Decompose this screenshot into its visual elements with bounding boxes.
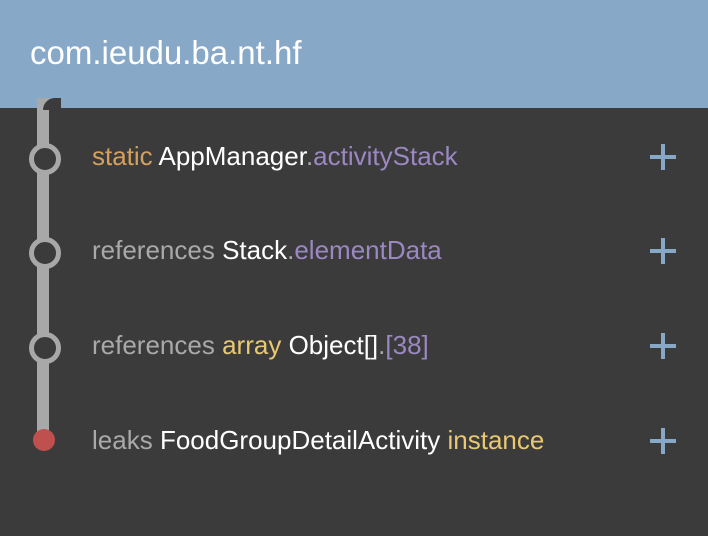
trace-node-0-ring-icon [29, 143, 61, 175]
trace-node-2-ring-icon [29, 332, 61, 364]
class-name: AppManager [158, 141, 306, 171]
keyword-references: references [92, 330, 215, 360]
package-title: com.ieudu.ba.nt.hf [30, 34, 302, 71]
expand-plus-icon-3[interactable] [650, 428, 676, 454]
trace-row-2[interactable]: references array Object[].[38] [92, 330, 429, 361]
header-bar: com.ieudu.ba.nt.hf [0, 0, 708, 108]
kind-instance: instance [447, 425, 545, 455]
field-name: activityStack [313, 141, 458, 171]
trace-row-1[interactable]: references Stack.elementData [92, 235, 442, 266]
kind-array: array [222, 330, 282, 360]
class-name: Stack [222, 235, 288, 265]
trace-row-3[interactable]: leaks FoodGroupDetailActivity instance [92, 425, 544, 456]
field-name: elementData [294, 235, 442, 265]
keyword-static: static [92, 141, 153, 171]
expand-plus-icon-0[interactable] [650, 144, 676, 170]
leak-dot-icon [33, 429, 55, 451]
trace-row-0[interactable]: static AppManager.activityStack [92, 141, 458, 172]
class-name: FoodGroupDetailActivity [159, 425, 441, 455]
trace-node-1-ring-icon [29, 237, 61, 269]
expand-plus-icon-1[interactable] [650, 238, 676, 264]
field-name: [38] [385, 330, 429, 360]
expand-plus-icon-2[interactable] [650, 333, 676, 359]
keyword-references: references [92, 235, 215, 265]
class-name: Object[] [288, 330, 379, 360]
keyword-leaks: leaks [92, 425, 153, 455]
